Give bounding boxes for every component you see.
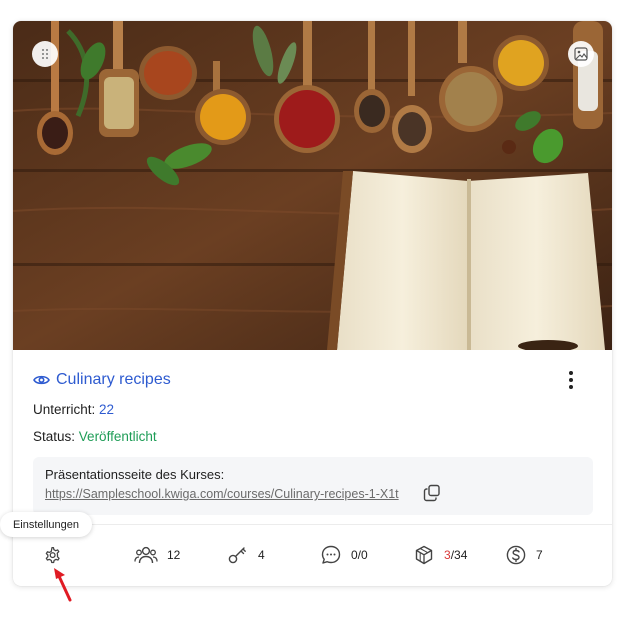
users-icon — [134, 546, 158, 564]
drag-handle-icon[interactable] — [32, 41, 58, 67]
eye-icon — [33, 375, 50, 385]
keys-stat[interactable]: 4 — [227, 541, 265, 569]
keys-count: 4 — [258, 548, 265, 562]
settings-button[interactable] — [41, 541, 63, 569]
copy-icon[interactable] — [423, 484, 441, 502]
presentation-page-box: Präsentationsseite des Kurses: https://S… — [33, 457, 593, 515]
settings-tooltip: Einstellungen — [0, 512, 92, 537]
presentation-link[interactable]: https://Sampleschool.kwiga.com/courses/C… — [45, 487, 409, 501]
presentation-label: Präsentationsseite des Kurses: — [45, 467, 225, 482]
modules-stat[interactable]: 3/34 — [413, 541, 467, 569]
students-count: 12 — [167, 548, 181, 562]
lessons-value: 22 — [99, 402, 115, 417]
card-divider — [13, 524, 612, 525]
lessons-count: Unterricht: 22 — [33, 402, 114, 417]
sales-count: 7 — [536, 548, 543, 562]
key-icon — [228, 547, 246, 564]
modules-count: 3/34 — [444, 548, 467, 562]
course-status: Status: Veröffentlicht — [33, 429, 157, 444]
course-title[interactable]: Culinary recipes — [56, 371, 171, 389]
sales-stat[interactable]: 7 — [505, 541, 543, 569]
comment-icon — [321, 545, 341, 564]
modules-done: 3 — [444, 548, 451, 562]
course-stats-bar: 12 4 0/0 3/34 7 — [13, 541, 612, 571]
red-arrow-annotation — [54, 568, 72, 602]
more-vertical-icon[interactable] — [561, 369, 581, 391]
image-icon[interactable] — [568, 41, 594, 67]
lessons-label: Unterricht: — [33, 402, 96, 417]
status-badge: Veröffentlicht — [78, 429, 157, 444]
comments-stat[interactable]: 0/0 — [320, 541, 368, 569]
gear-icon — [45, 547, 60, 564]
students-stat[interactable]: 12 — [134, 541, 180, 569]
cover-photo — [13, 21, 612, 350]
course-cover-image[interactable] — [13, 21, 612, 350]
dollar-icon — [506, 545, 526, 565]
comments-count: 0/0 — [351, 548, 368, 562]
status-label: Status: — [33, 429, 76, 444]
modules-total: /34 — [450, 548, 468, 562]
course-title-row[interactable]: Culinary recipes — [33, 371, 171, 389]
cube-icon — [415, 545, 433, 565]
course-card: Culinary recipes Unterricht: 22 Status: … — [13, 21, 612, 586]
